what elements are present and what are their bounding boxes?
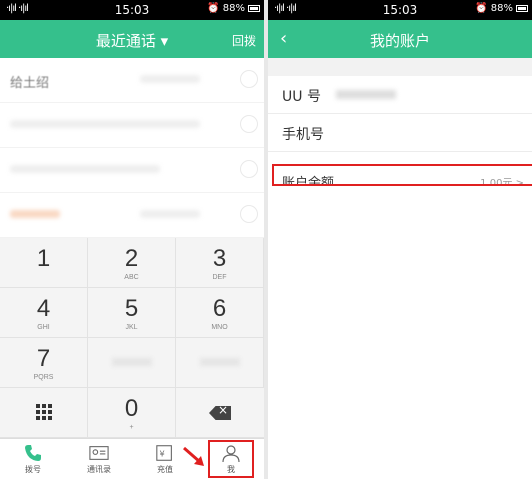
balance-label: 账户余额 <box>282 176 335 186</box>
battery-icon <box>248 5 260 12</box>
tab-dial[interactable]: 拨号 <box>0 439 66 479</box>
list-item[interactable] <box>0 148 264 193</box>
uu-number-value <box>336 90 396 99</box>
recent-calls-list: 给土绍 网通 <box>0 58 264 283</box>
chevron-down-icon: ▾ <box>160 32 169 50</box>
list-item[interactable]: 给土绍 <box>0 58 264 103</box>
alarm-icon: ⏰ <box>207 3 220 14</box>
status-bar: ·ı|ıl ·ı|ıl 15:03 ⏰ 88% <box>0 0 264 20</box>
dial-key-5[interactable]: 5 JKL <box>88 288 176 338</box>
dial-key-6[interactable]: 6 MNO <box>176 288 264 338</box>
contacts-icon <box>89 446 109 460</box>
balance-value: 1.00元 > <box>480 178 524 186</box>
uu-number-row: UU 号 <box>268 76 532 114</box>
battery-percent: 88% <box>490 3 513 14</box>
backspace-icon <box>209 406 231 420</box>
info-icon[interactable] <box>240 70 258 88</box>
dial-key-1[interactable]: 1 <box>0 238 88 288</box>
dial-key-3[interactable]: 3 DEF <box>176 238 264 288</box>
info-icon[interactable] <box>240 205 258 223</box>
dial-key-8[interactable] <box>88 338 176 388</box>
phone-icon <box>25 445 41 461</box>
phone-number-row: 手机号 <box>268 114 532 152</box>
status-bar: ·ı|ıl ·ı|ıl 15:03 ⏰ 88% <box>268 0 532 20</box>
list-item[interactable] <box>0 103 264 148</box>
page-title: 我的账户 <box>369 32 430 50</box>
left-phone-screen: ·ı|ıl ·ı|ıl 15:03 ⏰ 88% 最近通话 ▾ 回拨 给土绍 1 … <box>0 0 264 479</box>
dialpad: 1 2 ABC 3 DEF 4 GHI 5 JKL 6 MNO 7 PQRS 0… <box>0 238 264 438</box>
dial-key-4[interactable]: 4 GHI <box>0 288 88 338</box>
uu-number-label: UU 号 <box>282 89 321 105</box>
annotation-arrow-icon <box>183 446 204 466</box>
backspace-button[interactable] <box>176 388 264 438</box>
callback-button[interactable]: 回拨 <box>232 32 256 49</box>
right-phone-screen: ·ı|ıl ·ı|ıl 15:03 ⏰ 88% ‹ 我的账户 UU 号 手机号 … <box>268 0 532 479</box>
phone-number-label: 手机号 <box>282 127 324 143</box>
recent-calls-title[interactable]: 最近通话 ▾ <box>0 30 264 51</box>
list-item[interactable] <box>0 193 264 238</box>
recharge-icon: ¥ <box>156 445 172 461</box>
my-account-header: ‹ 我的账户 <box>268 20 532 58</box>
dial-key-9[interactable] <box>176 338 264 388</box>
keypad-icon <box>35 404 52 420</box>
info-icon[interactable] <box>240 115 258 133</box>
info-icon[interactable] <box>240 160 258 178</box>
alarm-icon: ⏰ <box>475 3 488 14</box>
dial-key-7[interactable]: 7 PQRS <box>0 338 88 388</box>
account-info: UU 号 手机号 <box>268 58 532 152</box>
account-balance-row[interactable]: 账户余额 1.00元 > <box>272 164 532 186</box>
recent-calls-header: 最近通话 ▾ 回拨 <box>0 20 264 58</box>
dial-key-2[interactable]: 2 ABC <box>88 238 176 288</box>
dial-key-0[interactable]: 0 + <box>88 388 176 438</box>
battery-icon <box>516 5 528 12</box>
call-contact-name: 给土绍 <box>10 76 50 91</box>
tab-contacts[interactable]: 通讯录 <box>66 439 132 479</box>
svg-text:¥: ¥ <box>160 449 165 459</box>
annotation-highlight-box <box>208 440 254 478</box>
battery-percent: 88% <box>222 3 245 14</box>
keypad-toggle-button[interactable] <box>0 388 88 438</box>
